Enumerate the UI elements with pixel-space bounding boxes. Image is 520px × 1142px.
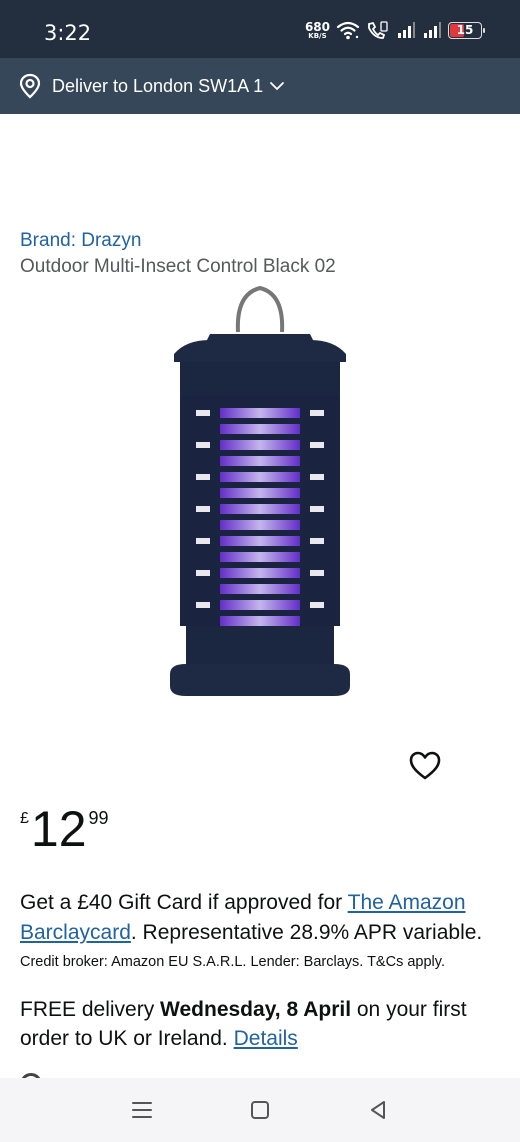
network-speed-value: 680 <box>304 19 330 34</box>
network-speed: 680 KB/S <box>305 21 330 40</box>
menu-icon[interactable] <box>128 1096 156 1124</box>
signal-bars-icon <box>398 22 415 38</box>
deliver-to-text: Deliver to London SW1A 1 <box>52 75 264 96</box>
product-title: Outdoor Multi-Insect Control Black 02 <box>20 256 336 277</box>
volte-call-icon <box>368 21 388 39</box>
chevron-down-icon <box>270 82 285 91</box>
credit-note: Credit broker: Amazon EU S.A.R.L. Lender… <box>20 954 445 970</box>
price-currency: £ <box>20 810 29 827</box>
price-whole: 12 <box>30 801 87 857</box>
offer-text-before: Get a £40 Gift Card if approved for <box>20 891 348 914</box>
product-image[interactable] <box>166 284 354 704</box>
delivery-date: Wednesday, 8 April <box>160 998 352 1021</box>
home-square-icon[interactable] <box>246 1096 274 1124</box>
offer-text-after: . Representative 28.9% APR variable. <box>130 921 483 944</box>
wifi-icon <box>336 21 360 40</box>
price: £ 12 99 <box>20 800 109 858</box>
location-pin-icon <box>19 73 41 99</box>
heart-icon[interactable] <box>408 750 442 782</box>
status-time: 3:22 <box>44 21 92 45</box>
delivery-info: FREE delivery Wednesday, 8 April on your… <box>20 995 500 1053</box>
system-nav-bar <box>0 1078 520 1142</box>
price-fraction: 99 <box>88 808 109 828</box>
status-bar: 3:22 680 KB/S 15 <box>0 0 520 58</box>
battery-icon: 15 <box>448 21 485 39</box>
deliver-to-bar[interactable]: Deliver to London SW1A 1 <box>0 58 520 114</box>
battery-level: 15 <box>456 23 474 37</box>
details-link[interactable]: Details <box>234 1027 298 1050</box>
brand-link[interactable]: Brand: Drazyn <box>20 230 141 252</box>
delivery-prefix: FREE delivery <box>20 998 161 1021</box>
gift-card-offer: Get a £40 Gift Card if approved for The … <box>20 888 508 948</box>
signal-bars-icon <box>424 22 441 38</box>
status-icons: 680 KB/S 15 <box>305 18 485 42</box>
back-triangle-icon[interactable] <box>364 1096 392 1124</box>
network-speed-unit: KB/S <box>308 31 327 40</box>
